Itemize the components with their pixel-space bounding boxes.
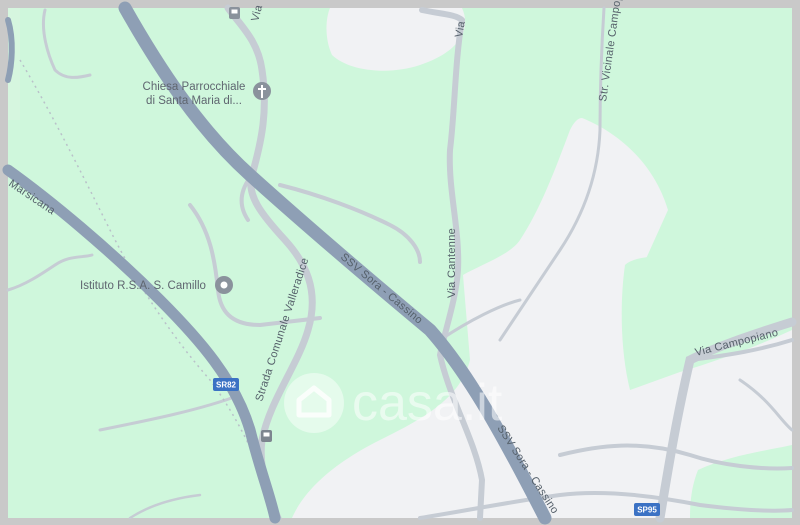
- bus-stop-icon[interactable]: [229, 7, 240, 19]
- watermark-text: casa.it: [352, 374, 503, 432]
- sr82-shield-label: SR82: [216, 381, 237, 390]
- poi-chiesa-label-line1: Chiesa Parrocchiale: [143, 81, 246, 93]
- bus-stop-icon[interactable]: [261, 430, 272, 442]
- map-content: SSV Sora - Cassino SSV Sora - Cassino Ma…: [2, 0, 797, 525]
- road-label-via-cantenne: Via Cantenne: [446, 228, 458, 298]
- poi-chiesa-label-line2: di Santa Maria di...: [146, 95, 242, 107]
- sp95-shield: SP95: [634, 503, 660, 516]
- watermark-house-icon: [284, 373, 344, 433]
- watermark: casa.it: [284, 373, 503, 433]
- sp95-shield-label: SP95: [637, 506, 657, 515]
- poi-pin-icon[interactable]: [215, 276, 233, 294]
- church-icon[interactable]: [253, 82, 271, 100]
- poi-istituto-label: Istituto R.S.A. S. Camillo: [80, 280, 206, 292]
- map-canvas[interactable]: SSV Sora - Cassino SSV Sora - Cassino Ma…: [0, 0, 800, 525]
- sr82-shield: SR82: [213, 378, 239, 391]
